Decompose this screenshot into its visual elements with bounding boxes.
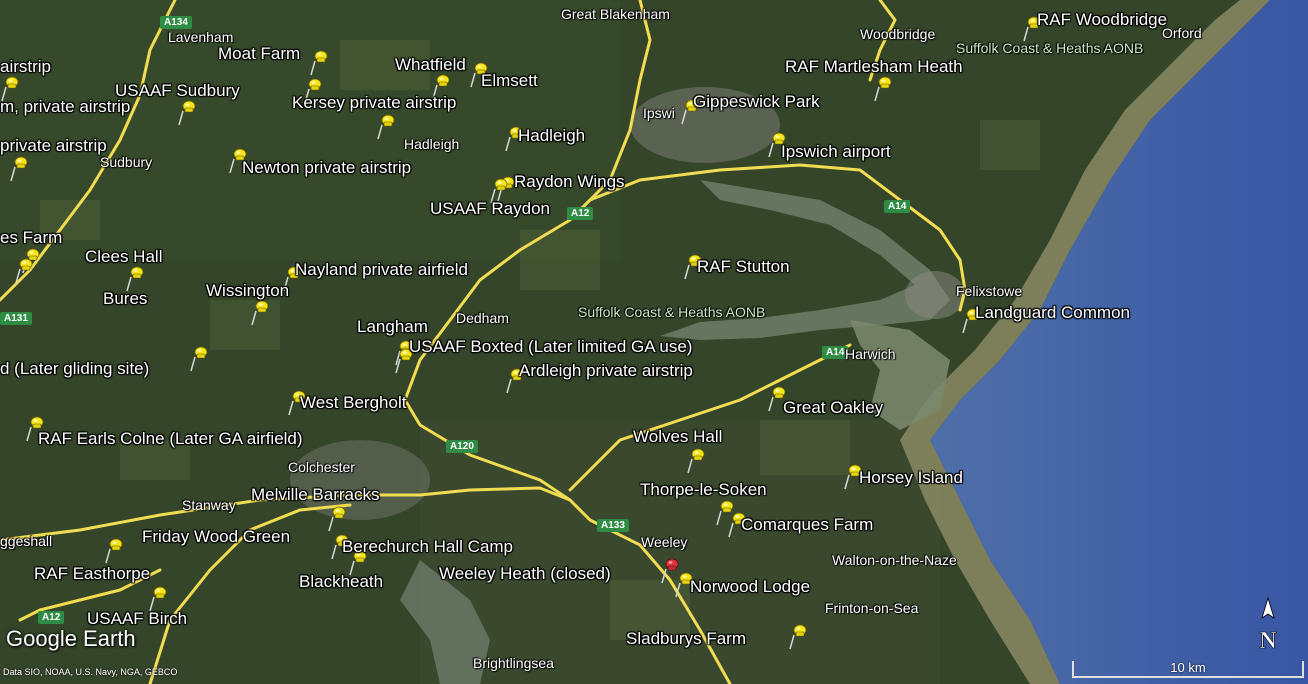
placemark-label[interactable]: Great Oakley	[783, 399, 883, 416]
placemark-label[interactable]: Moat Farm	[218, 45, 300, 62]
placemark-label[interactable]: Wissington	[206, 282, 289, 299]
pushpin-icon[interactable]	[327, 504, 347, 532]
placemark-label[interactable]: Clees Hall	[85, 248, 162, 265]
placemark-label[interactable]: USAAF Raydon	[430, 200, 550, 217]
town-label: Stanway	[182, 497, 236, 513]
town-label: Hadleigh	[404, 136, 460, 152]
pushpin-icon[interactable]	[14, 256, 34, 284]
selected-pushpin-icon[interactable]	[660, 556, 680, 584]
placemark-label[interactable]: es Farm	[0, 229, 62, 246]
placemark-label[interactable]: USAAF Birch	[87, 610, 187, 627]
placemark-label[interactable]: Nayland private airfield	[295, 261, 468, 278]
placemark-label[interactable]: USAAF Sudbury	[115, 82, 240, 99]
placemark-label[interactable]: RAF Martlesham Heath	[785, 58, 963, 75]
pushpin-icon[interactable]	[873, 74, 893, 102]
town-label: Woodbridge	[860, 26, 936, 42]
placemark-label[interactable]: Newton private airstrip	[242, 159, 411, 176]
placemark-label[interactable]: Horsey Island	[859, 469, 963, 486]
pushpin-icon[interactable]	[309, 48, 329, 76]
compass-letter: N	[1259, 628, 1277, 654]
aonb-label: Suffolk Coast & Heaths AONB	[578, 304, 766, 320]
town-label: Ipswi	[643, 105, 675, 121]
placemark-label[interactable]: Whatfield	[395, 56, 466, 73]
placemark-label[interactable]: Thorpe-le-Soken	[640, 481, 767, 498]
placemark-label[interactable]: d (Later gliding site)	[0, 360, 149, 377]
town-label: Harwich	[845, 346, 896, 362]
pushpin-icon[interactable]	[9, 154, 29, 182]
map-attribution: Data SIO, NOAA, U.S. Navy, NGA, GEBCO	[3, 667, 178, 677]
placemark-label[interactable]: RAF Easthorpe	[34, 565, 150, 582]
road-shield-a14: A14	[884, 200, 911, 213]
scale-label: 10 km	[1170, 660, 1206, 675]
placemark-label[interactable]: Bures	[103, 290, 147, 307]
placemark-label[interactable]: Ardleigh private airstrip	[519, 362, 693, 379]
placemark-label[interactable]: Weeley Heath (closed)	[439, 565, 611, 582]
road-shield-a131: A131	[0, 312, 32, 325]
town-label: Lavenham	[168, 29, 234, 45]
town-label: Dedham	[456, 310, 509, 326]
placemark-label[interactable]: Landguard Common	[975, 304, 1130, 321]
placemark-label[interactable]: Gippeswick Park	[693, 93, 820, 110]
road-shield-a120: A120	[446, 440, 478, 453]
town-label: Frinton-on-Sea	[825, 600, 919, 616]
placemark-label[interactable]: Kersey private airstrip	[292, 94, 456, 111]
placemark-label[interactable]: Ipswich airport	[781, 143, 891, 160]
placemark-label[interactable]: Langham	[357, 318, 428, 335]
placemark-label[interactable]: Berechurch Hall Camp	[342, 538, 513, 555]
town-label: Great Blakenham	[561, 6, 670, 22]
north-arrow-icon[interactable]: N	[1256, 596, 1280, 656]
map-viewport[interactable]: A134 A12 A14 A131 A120 A14 A133 A12 Grea…	[0, 0, 1308, 684]
road-shield-a133: A133	[597, 519, 629, 532]
placemark-label[interactable]: airstrip	[0, 58, 51, 75]
town-label: ggeshall	[0, 533, 53, 549]
road-shield-a12-south: A12	[38, 611, 65, 624]
placemark-label[interactable]: RAF Stutton	[697, 258, 790, 275]
placemark-label[interactable]: RAF Earls Colne (Later GA airfield)	[38, 430, 303, 447]
town-label: Weeley	[641, 534, 688, 550]
town-label: Colchester	[288, 459, 355, 475]
placemark-label[interactable]: Elmsett	[481, 72, 538, 89]
placemark-label[interactable]: Wolves Hall	[633, 428, 722, 445]
placemark-label[interactable]: Sladburys Farm	[626, 630, 746, 647]
pushpin-icon[interactable]	[686, 446, 706, 474]
placemark-label[interactable]: West Bergholt	[300, 394, 406, 411]
town-label: Walton-on-the-Naze	[832, 552, 957, 568]
pushpin-icon[interactable]	[125, 264, 145, 292]
town-label: Felixstowe	[956, 283, 1023, 299]
road-shield-a12: A12	[567, 207, 594, 220]
pushpin-icon[interactable]	[788, 622, 808, 650]
placemark-label[interactable]: Hadleigh	[518, 127, 585, 144]
town-label: Orford	[1162, 25, 1202, 41]
pushpin-icon[interactable]	[148, 584, 168, 612]
placemark-label[interactable]: Melville Barracks	[251, 486, 379, 503]
town-label: Brightlingsea	[473, 655, 554, 671]
pushpin-icon[interactable]	[104, 536, 124, 564]
pushpin-icon[interactable]	[250, 298, 270, 326]
placemark-label[interactable]: Blackheath	[299, 573, 383, 590]
placemark-label[interactable]: RAF Woodbridge	[1037, 11, 1167, 28]
placemark-label[interactable]: Norwood Lodge	[690, 578, 810, 595]
pushpin-icon[interactable]	[376, 112, 396, 140]
placemark-label[interactable]: USAAF Boxted (Later limited GA use)	[409, 338, 692, 355]
google-earth-logo: Google Earth	[6, 626, 136, 651]
pushpin-icon[interactable]	[189, 344, 209, 372]
placemark-label[interactable]: Raydon Wings	[514, 173, 625, 190]
placemark-label[interactable]: private airstrip	[0, 137, 107, 154]
pushpin-icon[interactable]	[177, 98, 197, 126]
placemark-label[interactable]: Friday Wood Green	[142, 528, 290, 545]
placemark-label[interactable]: Comarques Farm	[741, 516, 873, 533]
road-shield-a134: A134	[160, 16, 192, 29]
placemark-label[interactable]: m, private airstrip	[0, 98, 130, 115]
aonb-label: Suffolk Coast & Heaths AONB	[956, 40, 1144, 56]
town-label: Sudbury	[100, 154, 153, 170]
